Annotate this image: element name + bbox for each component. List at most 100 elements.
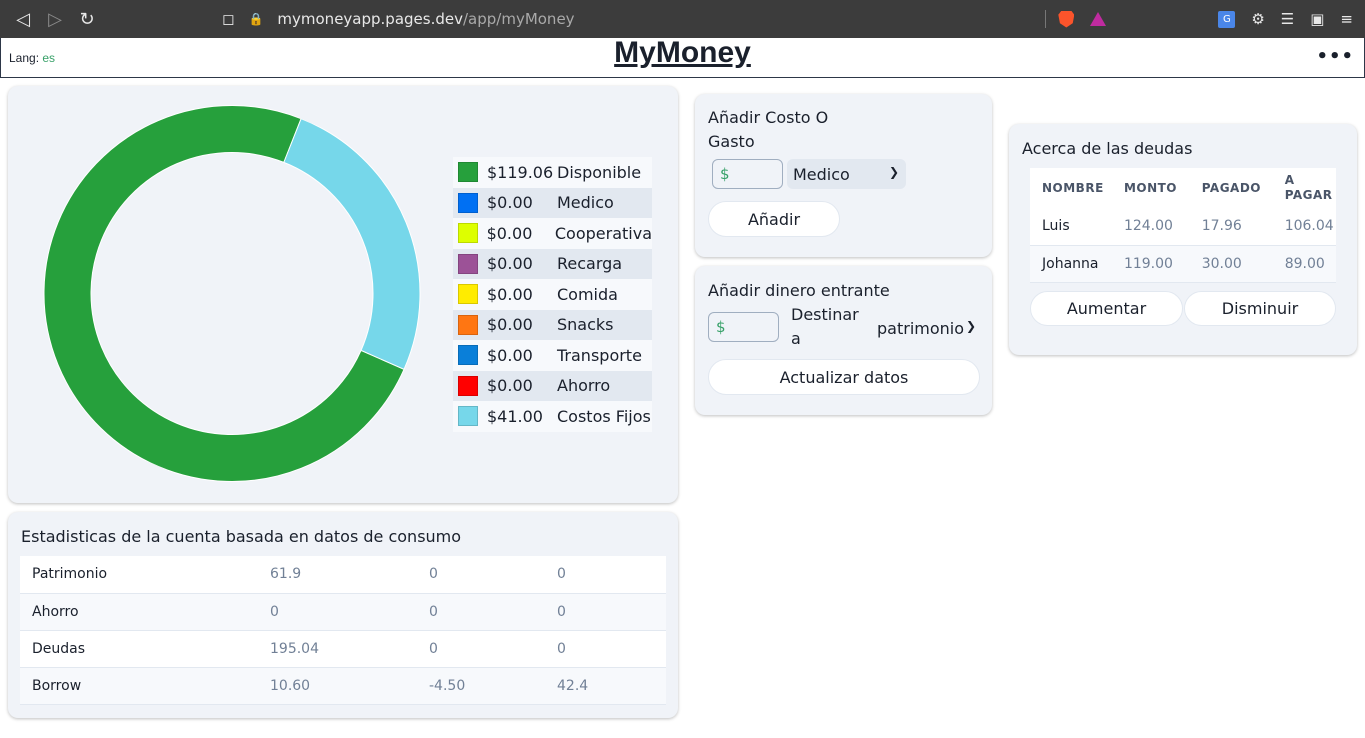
extensions-icon[interactable]: ⚙	[1251, 10, 1264, 28]
legend-label: Disponible	[557, 162, 642, 182]
debt-cell: 124.00	[1111, 208, 1190, 246]
legend-item[interactable]: $0.00 Snacks	[453, 309, 652, 340]
back-icon[interactable]: ◁	[14, 9, 32, 30]
forward-icon[interactable]: ▷	[46, 9, 64, 30]
debt-cell: 119.00	[1111, 245, 1190, 283]
stats-cell: 195.04	[258, 630, 417, 668]
url-text[interactable]: mymoneyapp.pages.dev/app/myMoney	[277, 10, 574, 28]
lang-selector[interactable]: Lang: es	[1, 51, 55, 65]
add-cost-title: Añadir Costo O Gasto	[708, 108, 829, 151]
reload-icon[interactable]: ↻	[78, 9, 96, 30]
update-data-button[interactable]: Actualizar datos	[708, 359, 980, 395]
decrease-button[interactable]: Disminuir	[1184, 291, 1336, 326]
legend-swatch	[458, 406, 478, 427]
lock-icon: 🔒	[248, 12, 264, 26]
income-amount-placeholder: $	[716, 318, 726, 336]
lang-value[interactable]: es	[42, 51, 55, 65]
legend-item[interactable]: $0.00 Medico	[453, 187, 652, 218]
legend-amount: $0.00	[487, 193, 533, 213]
stats-cell: 0	[545, 593, 666, 631]
stats-row: Patrimonio 61.9 0 0	[20, 556, 666, 594]
debts-card: Acerca de las deudas NOMBRE MONTO PAGADO A …	[1009, 124, 1357, 355]
stats-cell: 0	[545, 630, 666, 668]
cost-category-value: Medico	[793, 164, 850, 184]
stats-title: Estadisticas de la cuenta basada en dato…	[21, 527, 462, 546]
chart-legend: $119.06 Disponible $0.00 Medico $0.00 Coopera…	[453, 157, 652, 432]
legend-amount: $0.00	[487, 376, 533, 396]
more-menu-icon[interactable]: •••	[1316, 46, 1354, 67]
debt-name: Johanna	[1030, 245, 1112, 283]
debts-column-header: MONTO	[1111, 168, 1190, 208]
legend-item[interactable]: $0.00 Comida	[453, 279, 652, 310]
debts-table: NOMBRE MONTO PAGADO A PAGAR Luis 124.00 17.96…	[1030, 168, 1336, 283]
stats-row-label: Borrow	[20, 667, 258, 705]
destination-label: Destinar a	[791, 305, 859, 348]
income-amount-input[interactable]: $	[708, 312, 779, 342]
page-title: MyMoney	[614, 36, 751, 69]
stats-row-label: Ahorro	[20, 593, 258, 631]
stats-cell: 0	[417, 556, 545, 594]
stats-cell: 0	[417, 593, 545, 631]
debt-cell: 89.00	[1272, 245, 1336, 283]
legend-item[interactable]: $0.00 Recarga	[453, 248, 652, 279]
legend-amount: $0.00	[487, 345, 533, 365]
app-header: Lang: es MyMoney •••	[0, 38, 1365, 78]
legend-item[interactable]: $0.00 Ahorro	[453, 370, 652, 401]
stats-row-label: Patrimonio	[20, 556, 258, 594]
stats-table: Patrimonio 61.9 0 0 Ahorro 0 0 0 Deudas 195.04 0 0 B…	[20, 556, 666, 705]
stats-cell: 42.4	[545, 667, 666, 705]
legend-swatch	[458, 223, 478, 244]
debts-column-header: A PAGAR	[1272, 168, 1336, 208]
debt-row: Johanna 119.00 30.00 89.00	[1030, 245, 1336, 283]
destination-value: patrimonio	[877, 318, 965, 338]
legend-amount: $119.06	[487, 162, 554, 182]
stats-cell: 61.9	[258, 556, 417, 594]
translate-icon[interactable]: G	[1218, 10, 1236, 28]
stats-cell: 0	[545, 556, 666, 594]
legend-item[interactable]: $119.06 Disponible	[453, 157, 652, 188]
legend-label: Medico	[557, 193, 614, 213]
wallet-icon[interactable]: ▣	[1310, 10, 1324, 28]
legend-item[interactable]: $41.00 Costos Fijos	[453, 401, 652, 432]
cost-amount-placeholder: $	[720, 165, 730, 183]
debt-row: Luis 124.00 17.96 106.04	[1030, 208, 1336, 246]
legend-item[interactable]: $0.00 Cooperativa	[453, 218, 652, 249]
chevron-down-icon: ❯	[888, 165, 899, 179]
cost-category-select[interactable]: Medico ❯	[787, 159, 906, 189]
debts-title: Acerca de las deudas	[1022, 139, 1193, 158]
stats-card: Estadisticas de la cuenta basada en dato…	[8, 512, 678, 718]
add-income-card: Añadir dinero entrante $ Destinar a patr…	[695, 266, 992, 415]
debt-cell: 17.96	[1189, 208, 1273, 246]
bookmark-icon[interactable]: ◻	[222, 10, 234, 28]
browser-menu-icon[interactable]: ≡	[1340, 10, 1353, 28]
add-cost-button[interactable]: Añadir	[708, 201, 840, 237]
legend-swatch	[458, 314, 478, 335]
toolbar-divider	[1045, 10, 1047, 28]
legend-label: Transporte	[557, 345, 642, 365]
stats-cell: -4.50	[417, 667, 545, 705]
legend-item[interactable]: $0.00 Transporte	[453, 340, 652, 371]
address-bar[interactable]: ◻ 🔒 mymoneyapp.pages.dev/app/myMoney	[222, 0, 575, 38]
legend-label: Cooperativa	[554, 223, 652, 243]
browser-toolbar: ◁ ▷ ↻ ◻ 🔒 mymoneyapp.pages.dev/app/myMon…	[0, 0, 1365, 38]
brave-shield-icon[interactable]	[1058, 10, 1075, 28]
lang-label: Lang:	[9, 50, 40, 65]
debts-column-header: PAGADO	[1189, 168, 1273, 208]
debt-cell: 106.04	[1272, 208, 1336, 246]
legend-swatch	[458, 162, 478, 183]
legend-amount: $0.00	[487, 254, 533, 274]
chevron-down-icon: ❯	[965, 319, 976, 333]
stats-cell: 0	[258, 593, 417, 631]
debt-cell: 30.00	[1189, 245, 1273, 283]
destination-select[interactable]: patrimonio ❯	[871, 313, 979, 343]
add-income-title: Añadir dinero entrante	[708, 281, 890, 300]
playlist-icon[interactable]: ☰	[1281, 10, 1294, 28]
brave-rewards-icon[interactable]	[1090, 12, 1107, 26]
legend-label: Ahorro	[557, 376, 611, 396]
legend-label: Comida	[557, 284, 618, 304]
legend-swatch	[458, 345, 478, 366]
increase-button[interactable]: Aumentar	[1030, 291, 1183, 326]
cost-amount-input[interactable]: $	[712, 159, 783, 189]
legend-label: Recarga	[557, 254, 623, 274]
stats-row: Ahorro 0 0 0	[20, 593, 666, 631]
